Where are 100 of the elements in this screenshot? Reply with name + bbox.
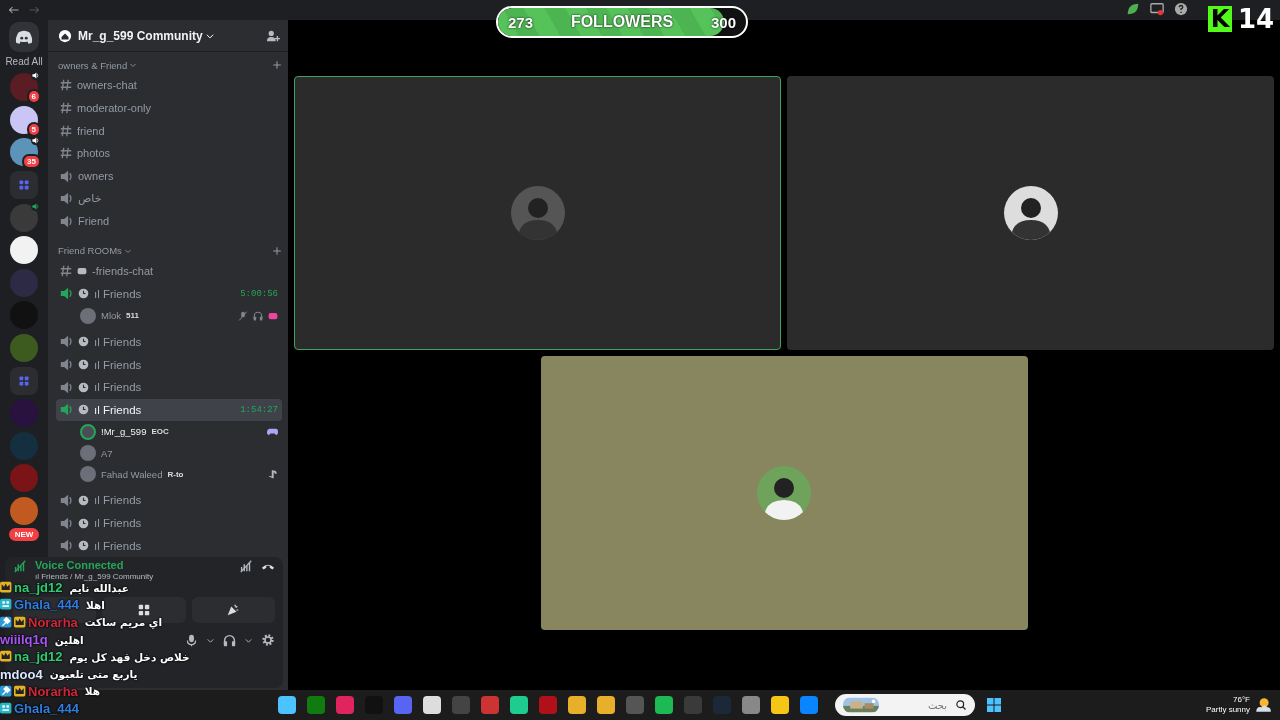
app-icon[interactable] [336,696,354,714]
app-icon[interactable] [568,696,586,714]
clock-icon [78,494,89,506]
add-channel-icon[interactable] [272,245,282,256]
channel-item[interactable]: owners-chat [56,74,282,97]
server-folder[interactable] [10,366,38,395]
app-icon[interactable] [510,696,528,714]
chat-message: اهلا [86,598,105,611]
chevron-icon [129,61,138,69]
unread-badge: 35 [22,154,41,170]
app-icon[interactable] [423,696,441,714]
hash-icon [60,265,72,278]
headset-icon[interactable] [223,633,236,647]
hash-icon [60,79,72,92]
chat-username: mdoo4 [0,666,43,682]
channel-item[interactable]: owners [56,164,282,188]
headset-icon [253,310,263,321]
folder-icon [18,178,30,191]
avatar [510,186,565,240]
channel-item[interactable]: moderator-only [56,96,282,120]
noise-suppression-icon[interactable] [239,559,253,573]
chat-message: هلا [84,685,101,698]
app-icon[interactable] [800,696,818,714]
chat-message: ياربع متى تلعبون [49,668,138,681]
discord-icon [15,28,33,46]
app-icon[interactable] [742,696,760,714]
add-channel-icon[interactable] [272,60,282,70]
signal-icon [13,559,27,573]
chat-username: wiiilq1q [0,632,48,648]
elapsed-time: 5:00:56 [240,288,278,299]
channel-item[interactable]: ıl Friends [56,534,282,558]
screen-share-icon[interactable] [1150,2,1164,16]
mic-icon[interactable] [185,633,198,647]
goal-label: FOLLOWERS [570,13,674,31]
search-input[interactable]: بحث [885,698,949,712]
server-folder[interactable] [10,170,38,199]
channel-item[interactable]: ıl Friends [56,511,282,535]
user-tag: 511 [126,311,139,321]
hash-icon [60,124,72,137]
member-name[interactable]: Mlok [101,310,122,322]
server-name[interactable]: Mr_g_599 Community [78,28,215,43]
app-icon[interactable] [394,696,412,714]
weather-condition: Partly sunny [1205,705,1250,715]
settings-icon[interactable] [261,633,275,647]
member-name[interactable]: A7 [101,447,113,459]
avatar [1003,186,1058,240]
member-name[interactable]: Fahad Waleed [101,468,163,480]
chat-username: Norarha [28,614,78,630]
voice-location[interactable]: ıl Friends / Mr_g_599 Community [35,572,231,581]
channel-item[interactable]: Friend [56,210,282,233]
channel-item[interactable]: خاص [56,187,282,211]
server-icon [58,28,72,43]
category-header[interactable]: Friend ROOMs [58,245,122,257]
read-all-link[interactable]: Read All [5,55,43,67]
voice-status: Voice Connected [35,559,125,571]
temperature: 76°F [1233,695,1250,705]
clock-icon [78,381,89,393]
invite-icon[interactable] [266,28,280,43]
chat-message: اهلين [54,633,84,646]
new-badge: NEW [8,527,40,541]
clock-icon [78,404,89,416]
category-header[interactable]: owners & Friend [58,59,128,71]
clock-icon [78,540,89,552]
clock-icon [78,288,89,300]
channel-item[interactable]: friend [56,119,282,143]
channel-item[interactable]: ıl Friends [56,330,282,354]
channel-item[interactable]: photos [56,142,282,165]
app-icon[interactable] [771,696,789,714]
folder-icon [18,374,30,387]
clock-icon [78,359,89,370]
channel-item[interactable]: -friends-chat [56,259,282,283]
leaf-icon[interactable] [1126,2,1140,16]
server-icon[interactable] [10,236,38,265]
avatar [757,466,811,520]
weather-icon[interactable] [1254,696,1272,714]
chat-username: na_jd12 [14,580,63,596]
channel-item[interactable]: ıl Friends [56,375,282,399]
channel-item[interactable]: ıl Friends 5:00:56 [56,282,282,306]
app-icon[interactable] [278,696,296,714]
app-icon[interactable] [481,696,499,714]
soundboard-icon [226,603,241,617]
app-icon[interactable] [307,696,325,714]
channel-item[interactable]: ıl Friends [56,489,282,512]
home-button[interactable] [9,22,39,52]
user-tag: R-to [167,469,184,479]
server-icon[interactable] [10,105,38,134]
app-icon[interactable] [655,696,673,714]
chat-message: خلاص دخل فهد كل يوم [69,650,190,663]
chat-username: Ghala_444 [14,597,80,613]
search-bar[interactable]: بحث [835,694,975,716]
elapsed-time: 1:54:27 [240,404,278,415]
member-name[interactable]: !Mr_g_599 [101,426,147,438]
app-icon[interactable] [597,696,615,714]
follower-count: 273 [508,13,534,31]
channel-item[interactable]: ıl Friends 1:54:27 [56,398,282,422]
chat-message: عبدالله نايم [69,581,129,594]
back-arrow-icon[interactable] [8,4,20,16]
windows-start-icon[interactable] [986,697,1002,713]
help-icon[interactable] [1174,2,1188,16]
channel-item[interactable]: ıl Friends [56,353,282,376]
